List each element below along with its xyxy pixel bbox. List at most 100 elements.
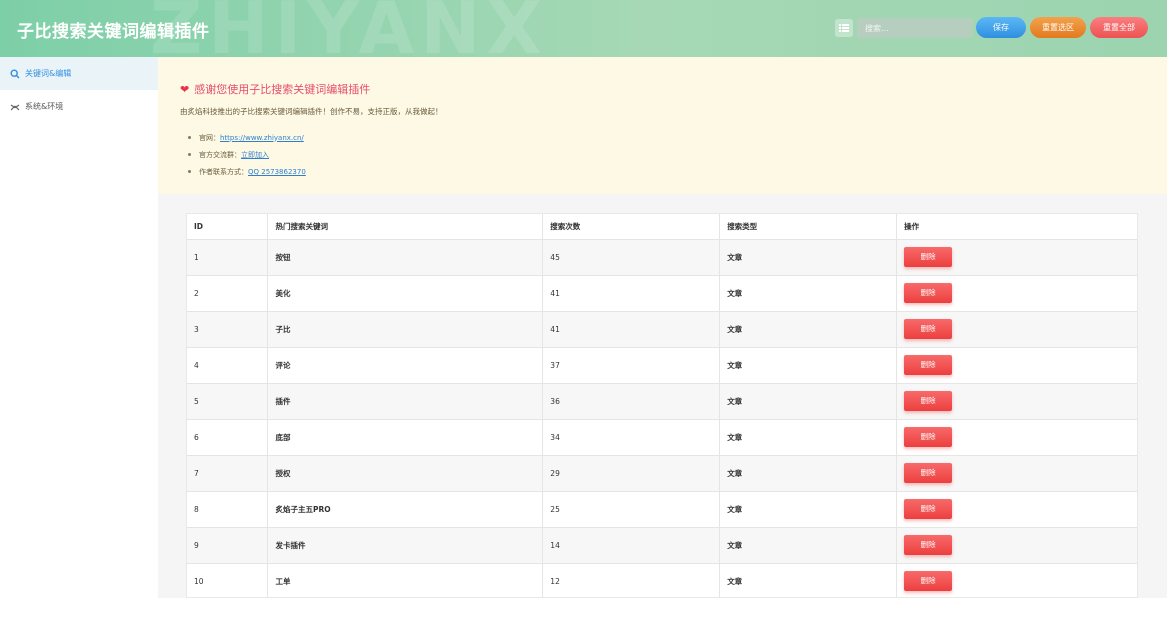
cell-count: 34 [542, 419, 721, 456]
sidebar-item-keywords[interactable]: 关键词&编辑 [0, 57, 158, 90]
cell-id: 1 [187, 239, 269, 276]
table-row: 9 发卡插件 14 文章 删除 [187, 527, 1137, 564]
reset-all-button[interactable]: 重置全部 [1090, 17, 1148, 38]
cell-count: 37 [542, 347, 721, 384]
cell-keyword: 美化 [267, 275, 544, 312]
table-row: 10 工单 12 文章 删除 [187, 563, 1137, 597]
column-header-type: 搜索类型 [719, 214, 898, 240]
delete-button[interactable]: 删除 [904, 427, 953, 447]
notice-link-list: 官网： https://www.zhiyanx.cn/ 官方交流群： 立即加入 … [188, 129, 306, 180]
cell-keyword: 炙焰子主五PRO [267, 491, 544, 528]
cell-type: 文章 [719, 311, 898, 348]
delete-button[interactable]: 删除 [904, 391, 953, 411]
cell-keyword: 评论 [267, 347, 544, 384]
delete-button[interactable]: 删除 [904, 499, 953, 519]
cell-id: 9 [187, 527, 269, 564]
cell-type: 文章 [719, 275, 898, 312]
cell-action: 删除 [896, 347, 1137, 384]
cell-type: 文章 [719, 419, 898, 456]
cell-keyword: 底部 [267, 419, 544, 456]
link-prefix: 官方交流群： [199, 150, 241, 159]
link-prefix: 作者联系方式： [199, 167, 248, 176]
delete-button[interactable]: 删除 [904, 571, 953, 591]
search-input[interactable] [857, 18, 973, 38]
bullet-icon [188, 153, 191, 156]
join-group-link[interactable]: 立即加入 [241, 150, 269, 160]
cell-count: 36 [542, 383, 721, 420]
cell-keyword: 发卡插件 [267, 527, 544, 564]
cell-id: 8 [187, 491, 269, 528]
cell-type: 文章 [719, 563, 898, 597]
delete-button[interactable]: 删除 [904, 247, 953, 267]
table-row: 6 底部 34 文章 删除 [187, 419, 1137, 456]
table-row: 8 炙焰子主五PRO 25 文章 删除 [187, 491, 1137, 528]
cell-id: 4 [187, 347, 269, 384]
cell-type: 文章 [719, 491, 898, 528]
delete-button[interactable]: 删除 [904, 319, 953, 339]
delete-button[interactable]: 删除 [904, 355, 953, 375]
app-header: ZHIYANX 子比搜索关键词编辑插件 保存 重置选区 重置全部 [0, 0, 1167, 57]
list-icon[interactable] [835, 19, 853, 37]
table-row: 2 美化 41 文章 删除 [187, 275, 1137, 312]
cell-action: 删除 [896, 455, 1137, 492]
column-header-id: ID [187, 214, 269, 240]
delete-button[interactable]: 删除 [904, 463, 953, 483]
cell-count: 41 [542, 311, 721, 348]
app-title: 子比搜索关键词编辑插件 [17, 22, 210, 42]
website-link[interactable]: https://www.zhiyanx.cn/ [220, 134, 304, 142]
cell-count: 14 [542, 527, 721, 564]
cell-type: 文章 [719, 239, 898, 276]
cell-keyword: 按钮 [267, 239, 544, 276]
cell-action: 删除 [896, 563, 1137, 597]
list-item: 官网： https://www.zhiyanx.cn/ [188, 129, 306, 146]
list-item: 作者联系方式： QQ 2573862370 [188, 163, 306, 180]
search-icon [10, 68, 20, 79]
cell-id: 7 [187, 455, 269, 492]
keywords-table: ID 热门搜索关键词 搜索次数 搜索类型 操作 1 按钮 45 文章 删除 2 美化 41 文章… [186, 213, 1138, 598]
cell-id: 10 [187, 563, 269, 597]
cell-keyword: 工单 [267, 563, 544, 597]
column-header-count: 搜索次数 [542, 214, 721, 240]
reset-section-button[interactable]: 重置选区 [1030, 17, 1086, 38]
bullet-icon [188, 136, 191, 139]
cell-type: 文章 [719, 455, 898, 492]
cell-keyword: 授权 [267, 455, 544, 492]
notice-title: ❤ 感谢您使用子比搜索关键词编辑插件 [180, 81, 370, 97]
delete-button[interactable]: 删除 [904, 283, 953, 303]
cell-type: 文章 [719, 527, 898, 564]
cell-count: 12 [542, 563, 721, 597]
cell-action: 删除 [896, 527, 1137, 564]
cell-keyword: 插件 [267, 383, 544, 420]
cell-action: 删除 [896, 491, 1137, 528]
cell-count: 45 [542, 239, 721, 276]
cell-count: 41 [542, 275, 721, 312]
author-contact-link[interactable]: QQ 2573862370 [248, 168, 306, 176]
save-button[interactable]: 保存 [976, 17, 1026, 38]
cell-action: 删除 [896, 383, 1137, 420]
cell-id: 6 [187, 419, 269, 456]
cell-type: 文章 [719, 383, 898, 420]
delete-button[interactable]: 删除 [904, 535, 953, 555]
sidebar-item-label: 关键词&编辑 [25, 69, 72, 78]
table-row: 1 按钮 45 文章 删除 [187, 239, 1137, 276]
cell-count: 29 [542, 455, 721, 492]
heart-icon: ❤ [180, 82, 190, 96]
settings-icon [10, 102, 20, 112]
main-content: ❤ 感谢您使用子比搜索关键词编辑插件 由炙焰科技推出的子比搜索关键词编辑插件！创… [158, 57, 1167, 598]
cell-id: 5 [187, 383, 269, 420]
cell-action: 删除 [896, 419, 1137, 456]
bullet-icon [188, 170, 191, 173]
cell-type: 文章 [719, 347, 898, 384]
sidebar-item-label: 系统&环境 [25, 102, 64, 111]
table-header-row: ID 热门搜索关键词 搜索次数 搜索类型 操作 [187, 214, 1137, 240]
cell-count: 25 [542, 491, 721, 528]
link-prefix: 官网： [199, 133, 220, 142]
sidebar-item-system[interactable]: 系统&环境 [0, 90, 158, 123]
table-row: 3 子比 41 文章 删除 [187, 311, 1137, 348]
cell-action: 删除 [896, 311, 1137, 348]
cell-action: 删除 [896, 275, 1137, 312]
column-header-action: 操作 [896, 214, 1137, 240]
cell-action: 删除 [896, 239, 1137, 276]
welcome-notice: ❤ 感谢您使用子比搜索关键词编辑插件 由炙焰科技推出的子比搜索关键词编辑插件！创… [158, 57, 1167, 194]
cell-keyword: 子比 [267, 311, 544, 348]
